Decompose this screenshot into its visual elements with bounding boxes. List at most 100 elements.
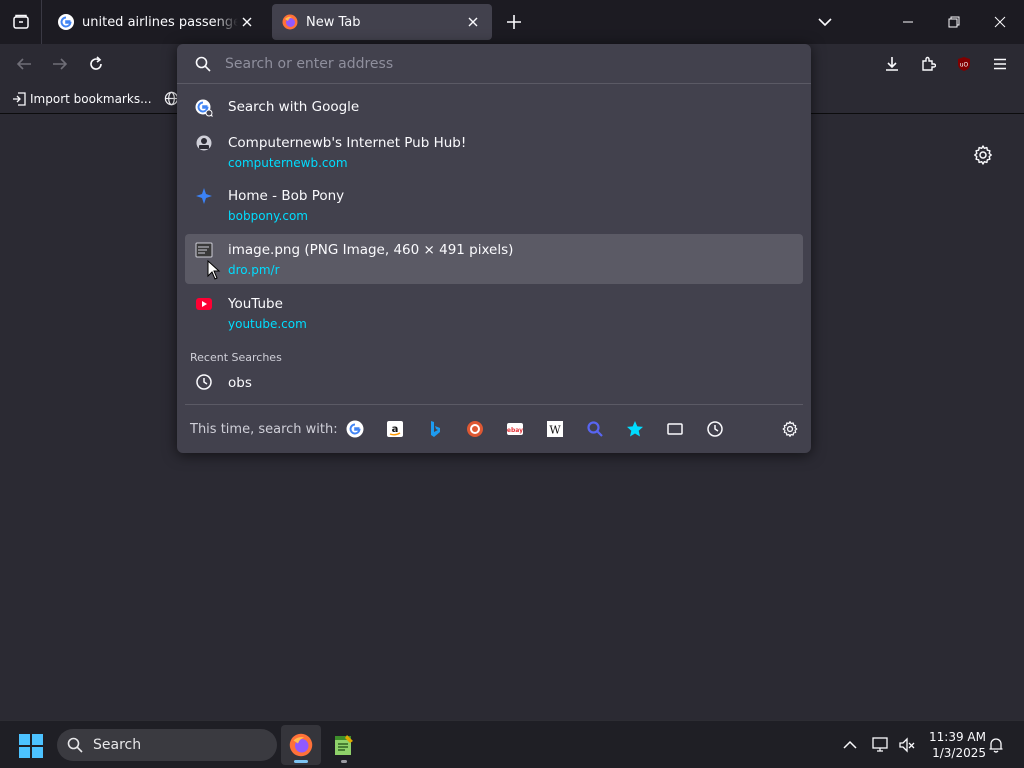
bobpony-icon xyxy=(196,188,212,204)
reload-icon xyxy=(90,56,102,70)
chevron-up-icon xyxy=(843,740,857,749)
result-title: Search with Google xyxy=(228,99,360,115)
firefox-icon xyxy=(289,733,313,757)
close-icon xyxy=(468,17,478,27)
tab-new-tab[interactable]: New Tab xyxy=(272,4,492,40)
notepad-icon xyxy=(335,735,353,755)
search-icon xyxy=(67,737,83,753)
taskbar-firefox[interactable] xyxy=(281,725,321,765)
urlbar-popup: Search with Google Computernewb's Intern… xyxy=(177,44,811,453)
engine-search-button[interactable] xyxy=(585,419,605,439)
search-icon xyxy=(195,56,211,72)
tab-list-icon xyxy=(12,14,29,29)
google-icon xyxy=(346,420,364,438)
clock-time: 11:39 AM xyxy=(929,730,986,744)
extensions-button[interactable] xyxy=(914,50,942,78)
clock-icon xyxy=(707,421,723,437)
back-button[interactable] xyxy=(10,50,38,78)
firefox-icon xyxy=(282,14,298,30)
result-youtube[interactable]: YouTube youtube.com xyxy=(185,289,803,337)
close-tab-button[interactable] xyxy=(238,13,256,31)
result-url: youtube.com xyxy=(228,317,307,331)
google-search-icon xyxy=(195,99,213,117)
recent-searches-label: Recent Searches xyxy=(190,351,282,364)
list-all-tabs-button[interactable] xyxy=(802,0,848,44)
engine-amazon-button[interactable]: a xyxy=(385,419,405,439)
engine-ebay-button[interactable]: ebay xyxy=(505,419,525,439)
windows-start-icon[interactable] xyxy=(18,733,44,759)
tab-list-button[interactable] xyxy=(0,0,42,44)
gear-icon[interactable] xyxy=(972,144,994,166)
volume-button[interactable] xyxy=(897,735,917,755)
history-search-button[interactable] xyxy=(705,419,725,439)
recent-search-item[interactable]: obs xyxy=(185,368,803,398)
url-input[interactable] xyxy=(225,55,765,72)
menu-button[interactable] xyxy=(986,50,1014,78)
import-icon xyxy=(13,91,26,106)
forward-button[interactable] xyxy=(46,50,74,78)
result-url: bobpony.com xyxy=(228,209,308,223)
amazon-icon: a xyxy=(387,421,403,437)
search-engines-row: This time, search with: a ebay W xyxy=(177,405,811,453)
result-url: computernewb.com xyxy=(228,156,348,170)
svg-text:ebay: ebay xyxy=(507,427,523,434)
restore-button[interactable] xyxy=(931,0,977,44)
result-title: Home - Bob Pony xyxy=(228,188,345,204)
taskbar: Search 11:39 AM 1/3/2025 xyxy=(0,720,1024,768)
result-search-google[interactable]: Search with Google xyxy=(185,92,803,124)
tab-icon xyxy=(667,423,683,435)
import-bookmarks-button[interactable]: Import bookmarks... xyxy=(12,92,152,106)
downloads-button[interactable] xyxy=(878,50,906,78)
bookmarks-search-button[interactable] xyxy=(625,419,645,439)
network-icon xyxy=(872,737,888,752)
notifications-button[interactable] xyxy=(986,735,1006,755)
result-bobpony[interactable]: Home - Bob Pony bobpony.com xyxy=(185,181,803,229)
wikipedia-icon: W xyxy=(547,421,563,437)
tab-strip: united airlines passenger - Google Searc… xyxy=(0,0,1024,44)
ublock-icon: uO xyxy=(958,57,970,71)
ublock-origin-button[interactable]: uO xyxy=(950,50,978,78)
tabs-search-button[interactable] xyxy=(665,419,685,439)
plus-icon xyxy=(507,15,521,29)
engine-duckduckgo-button[interactable] xyxy=(465,419,485,439)
minimize-button[interactable] xyxy=(885,0,931,44)
gear-icon xyxy=(782,421,798,437)
engine-wikipedia-button[interactable]: W xyxy=(545,419,565,439)
reload-button[interactable] xyxy=(82,50,110,78)
tab-title: united airlines passenger - Google Searc… xyxy=(82,14,238,30)
tab-google-search[interactable]: united airlines passenger - Google Searc… xyxy=(48,4,266,40)
tab-title: New Tab xyxy=(306,14,361,30)
recent-search-title: obs xyxy=(228,375,252,391)
result-title: image.png (PNG Image, 460 × 491 pixels) xyxy=(228,242,514,258)
volume-muted-icon xyxy=(899,737,915,753)
puzzle-icon xyxy=(922,56,936,71)
result-title: Computernewb's Internet Pub Hub! xyxy=(228,135,467,151)
minimize-icon xyxy=(903,21,913,23)
magnifier-icon xyxy=(587,421,603,437)
close-icon xyxy=(242,17,252,27)
network-button[interactable] xyxy=(871,735,891,755)
hamburger-icon xyxy=(994,58,1006,70)
taskbar-notepad[interactable] xyxy=(324,725,364,765)
active-indicator xyxy=(294,760,308,763)
clock-date: 1/3/2025 xyxy=(932,746,986,760)
image-icon xyxy=(195,242,213,258)
search-settings-button[interactable] xyxy=(780,419,800,439)
result-computernewb[interactable]: Computernewb's Internet Pub Hub! compute… xyxy=(185,128,803,176)
download-icon xyxy=(886,57,898,71)
close-window-button[interactable] xyxy=(977,0,1023,44)
show-hidden-icons-button[interactable] xyxy=(840,735,860,755)
svg-text:uO: uO xyxy=(960,62,969,69)
taskbar-search[interactable]: Search xyxy=(57,729,277,761)
site-icon xyxy=(196,135,212,151)
clock-icon xyxy=(196,374,212,390)
result-image-png[interactable]: image.png (PNG Image, 460 × 491 pixels) … xyxy=(185,234,803,284)
taskbar-clock[interactable]: 11:39 AM 1/3/2025 xyxy=(924,729,986,761)
engine-google-button[interactable] xyxy=(345,419,365,439)
new-tab-button[interactable] xyxy=(502,10,526,34)
engine-bing-button[interactable] xyxy=(425,419,445,439)
close-tab-button[interactable] xyxy=(464,13,482,31)
star-icon xyxy=(627,421,643,437)
running-indicator xyxy=(341,760,347,763)
svg-text:a: a xyxy=(392,424,399,435)
